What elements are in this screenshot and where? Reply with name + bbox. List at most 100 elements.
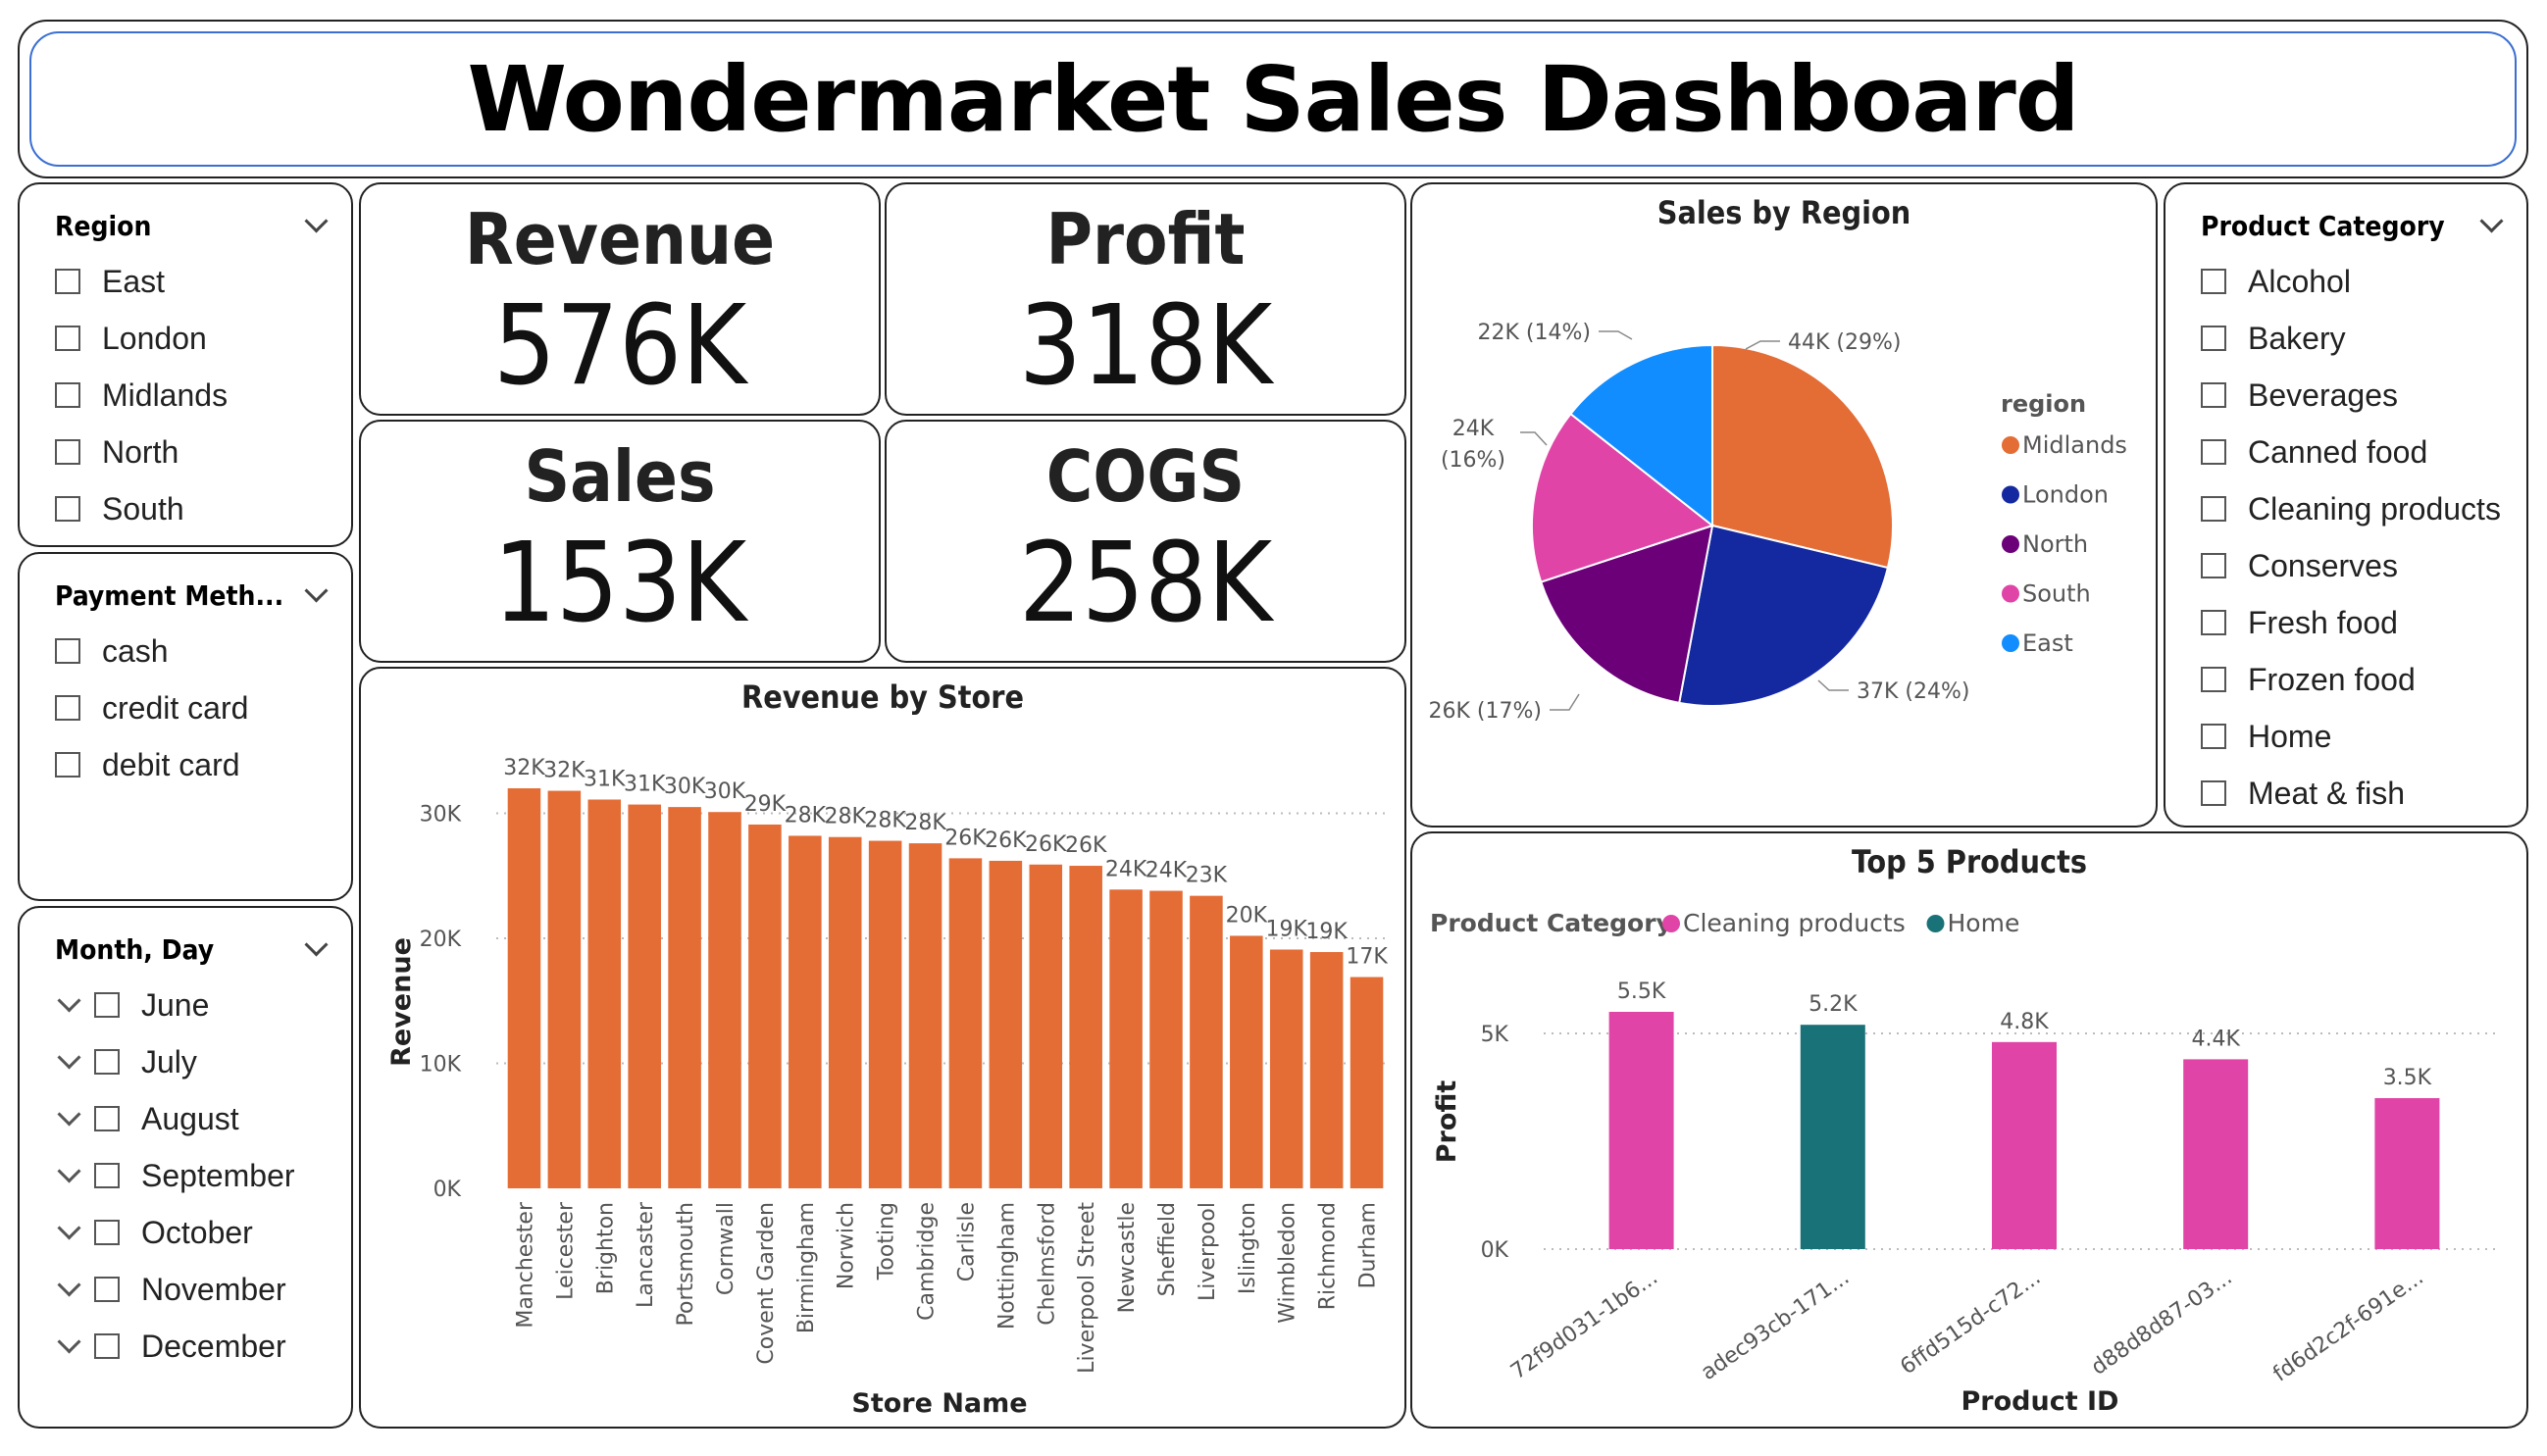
x-tick-label: fd6d2c2f-691e...	[2268, 1265, 2427, 1386]
checkbox[interactable]	[2201, 724, 2226, 749]
checkbox[interactable]	[55, 695, 80, 721]
chevron-down-icon[interactable]	[306, 217, 324, 234]
category-option[interactable]: Conserves	[2201, 537, 2517, 594]
bar	[547, 790, 582, 1188]
bar	[748, 824, 782, 1188]
month-option[interactable]: November	[55, 1261, 341, 1318]
checkbox[interactable]	[55, 382, 80, 408]
month-option-label: June	[141, 986, 210, 1023]
region-option[interactable]: London	[55, 310, 341, 367]
checkbox[interactable]	[94, 1163, 120, 1188]
revenue-value: 576K	[492, 282, 747, 410]
checkbox[interactable]	[94, 1220, 120, 1245]
x-tick-label: 6ffd515d-c72...	[1896, 1265, 2045, 1380]
payment-option[interactable]: cash	[55, 623, 341, 679]
region-option[interactable]: South	[55, 480, 341, 537]
bar-data-label: 24K	[1105, 857, 1147, 881]
checkbox[interactable]	[2201, 269, 2226, 294]
chevron-down-icon[interactable]	[2481, 217, 2499, 234]
sales-label: Sales	[524, 435, 716, 518]
x-tick-label: Brighton	[593, 1202, 618, 1294]
leader-line	[1599, 330, 1633, 340]
chevron-down-icon[interactable]	[55, 1277, 84, 1302]
category-option[interactable]: Cleaning products	[2201, 480, 2517, 537]
sales-by-region-chart: 44K (29%) 37K (24%) 26K (17%) 24K (16%) 22K (…	[1429, 321, 2127, 724]
category-option[interactable]: Canned food	[2201, 424, 2517, 480]
checkbox[interactable]	[2201, 667, 2226, 692]
category-option[interactable]: Fresh food	[2201, 594, 2517, 651]
payment-option[interactable]: debit card	[55, 736, 341, 793]
bar	[1992, 1041, 2057, 1249]
category-option[interactable]: Home	[2201, 708, 2517, 765]
checkbox[interactable]	[94, 1333, 120, 1359]
category-option[interactable]: Bakery	[2201, 310, 2517, 367]
x-tick-label: Wimbledon	[1276, 1202, 1300, 1324]
bar-data-label: 4.4K	[2191, 1027, 2240, 1051]
month-option[interactable]: June	[55, 977, 341, 1033]
checkbox[interactable]	[55, 326, 80, 351]
checkbox[interactable]	[2201, 326, 2226, 351]
y-axis-label: Profit	[1432, 1080, 1462, 1164]
chevron-down-icon[interactable]	[55, 1163, 84, 1188]
x-tick-label: Newcastle	[1115, 1202, 1140, 1313]
chevron-down-icon[interactable]	[55, 1106, 84, 1131]
bar	[668, 807, 701, 1188]
checkbox[interactable]	[2201, 610, 2226, 635]
chevron-down-icon[interactable]	[55, 1333, 84, 1359]
y-axis-label: Revenue	[386, 937, 417, 1067]
month-option[interactable]: September	[55, 1147, 341, 1204]
checkbox[interactable]	[2201, 439, 2226, 465]
x-tick-label: d88d8d87-03...	[2087, 1265, 2237, 1380]
checkbox[interactable]	[2201, 553, 2226, 578]
revenue-by-store-chart: 0K 10K 20K 30K Revenue 32K Manchester 32K Leices…	[386, 756, 1389, 1419]
chevron-down-icon[interactable]	[306, 940, 324, 958]
chevron-down-icon[interactable]	[306, 586, 324, 604]
checkbox[interactable]	[55, 752, 80, 778]
month-option[interactable]: August	[55, 1090, 341, 1147]
chevron-down-icon[interactable]	[55, 1049, 84, 1075]
checkbox[interactable]	[2201, 496, 2226, 522]
category-option[interactable]: Alcohol	[2201, 253, 2517, 310]
category-option[interactable]: Frozen food	[2201, 651, 2517, 708]
bar	[1350, 977, 1384, 1188]
bar-data-label: 26K	[1025, 832, 1067, 857]
checkbox[interactable]	[94, 1049, 120, 1075]
region-option-label: South	[102, 490, 184, 527]
month-option[interactable]: December	[55, 1318, 341, 1375]
bar	[868, 840, 902, 1188]
category-options: Alcohol Bakery Beverages Canned food Cleanin…	[2201, 253, 2517, 822]
payment-option[interactable]: credit card	[55, 679, 341, 736]
slice-data-label: 44K (29%)	[1788, 330, 1901, 355]
bar-data-label: 28K	[785, 803, 827, 828]
checkbox[interactable]	[94, 1106, 120, 1131]
chevron-down-icon[interactable]	[55, 1220, 84, 1245]
bar	[587, 799, 622, 1188]
month-option-label: December	[141, 1328, 286, 1364]
cogs-value: 258K	[1018, 520, 1273, 647]
bar-data-label: 17K	[1346, 945, 1388, 970]
region-option[interactable]: North	[55, 424, 341, 480]
category-option-label: Cleaning products	[2248, 490, 2501, 527]
checkbox[interactable]	[55, 439, 80, 465]
bar	[1269, 949, 1303, 1188]
x-axis-label: Store Name	[851, 1388, 1027, 1419]
x-tick-label: Norwich	[835, 1202, 859, 1289]
chevron-down-icon[interactable]	[55, 992, 84, 1018]
legend-label: South	[2022, 580, 2091, 608]
region-option[interactable]: Midlands	[55, 367, 341, 424]
bar-data-label: 28K	[825, 805, 867, 829]
checkbox[interactable]	[2201, 382, 2226, 408]
checkbox[interactable]	[94, 992, 120, 1018]
x-tick-label: Liverpool Street	[1075, 1202, 1099, 1374]
category-option[interactable]: Beverages	[2201, 367, 2517, 424]
checkbox[interactable]	[55, 269, 80, 294]
checkbox[interactable]	[94, 1277, 120, 1302]
region-option[interactable]: East	[55, 253, 341, 310]
checkbox[interactable]	[2201, 780, 2226, 806]
month-option[interactable]: October	[55, 1204, 341, 1261]
category-option[interactable]: Meat & fish	[2201, 765, 2517, 822]
month-option[interactable]: July	[55, 1033, 341, 1090]
profit-card: Profit 318K	[885, 182, 1406, 416]
checkbox[interactable]	[55, 496, 80, 522]
checkbox[interactable]	[55, 638, 80, 664]
